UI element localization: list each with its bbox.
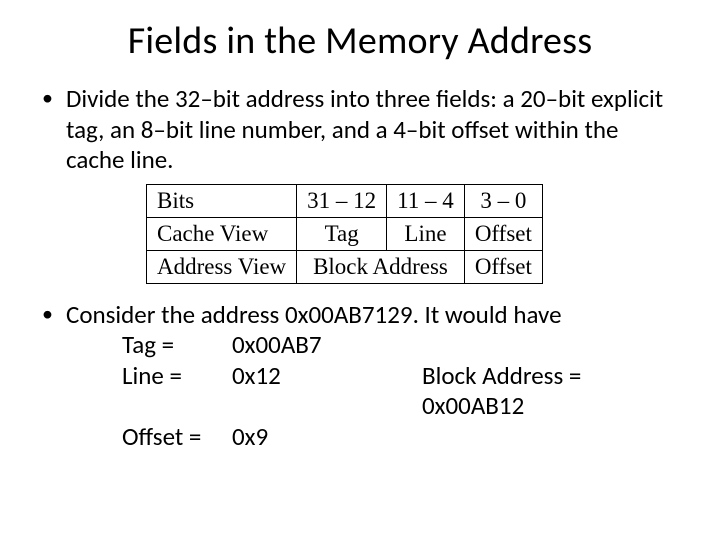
cell-addrview-label: Address View	[147, 250, 297, 283]
tag-key: Tag =	[122, 330, 232, 361]
example-row-offset: Offset = 0x9	[122, 422, 682, 453]
cell-bits-3-0: 3 – 0	[464, 184, 542, 217]
cell-tag: Tag	[297, 217, 387, 250]
line-key: Line =	[122, 361, 232, 422]
cell-block-address: Block Address	[297, 250, 465, 283]
cell-bits-label: Bits	[147, 184, 297, 217]
address-fields-table: Bits 31 – 12 11 – 4 3 – 0 Cache View Tag…	[146, 184, 543, 284]
slide-body: Divide the 32–bit address into three fie…	[38, 84, 682, 452]
offset-value: 0x9	[232, 422, 382, 453]
cell-bits-11-4: 11 – 4	[387, 184, 465, 217]
example-row-tag: Tag = 0x00AB7	[122, 330, 682, 361]
address-table-wrap: Bits 31 – 12 11 – 4 3 – 0 Cache View Tag…	[146, 184, 682, 284]
cell-offset-2: Offset	[464, 250, 542, 283]
table-row: Cache View Tag Line Offset	[147, 217, 543, 250]
example-row-line: Line = 0x12 Block Address = 0x00AB12	[122, 361, 682, 422]
bullet-2: Consider the address 0x00AB7129. It woul…	[38, 300, 682, 453]
slide: Fields in the Memory Address Divide the …	[0, 0, 720, 540]
cell-line: Line	[387, 217, 465, 250]
block-address-label: Block Address = 0x00AB12	[382, 361, 682, 422]
tag-value: 0x00AB7	[232, 330, 382, 361]
bullet-1: Divide the 32–bit address into three fie…	[38, 84, 682, 284]
slide-title: Fields in the Memory Address	[38, 18, 682, 64]
cell-bits-31-12: 31 – 12	[297, 184, 387, 217]
table-row: Address View Block Address Offset	[147, 250, 543, 283]
offset-key: Offset =	[122, 422, 232, 453]
line-value: 0x12	[232, 361, 382, 422]
bullet-2-lead: Consider the address 0x00AB7129. It woul…	[66, 299, 562, 330]
bullet-1-text: Divide the 32–bit address into three fie…	[66, 83, 663, 175]
cell-cacheview-label: Cache View	[147, 217, 297, 250]
table-row: Bits 31 – 12 11 – 4 3 – 0	[147, 184, 543, 217]
cell-offset: Offset	[464, 217, 542, 250]
example-block: Tag = 0x00AB7 Line = 0x12 Block Address …	[122, 330, 682, 452]
